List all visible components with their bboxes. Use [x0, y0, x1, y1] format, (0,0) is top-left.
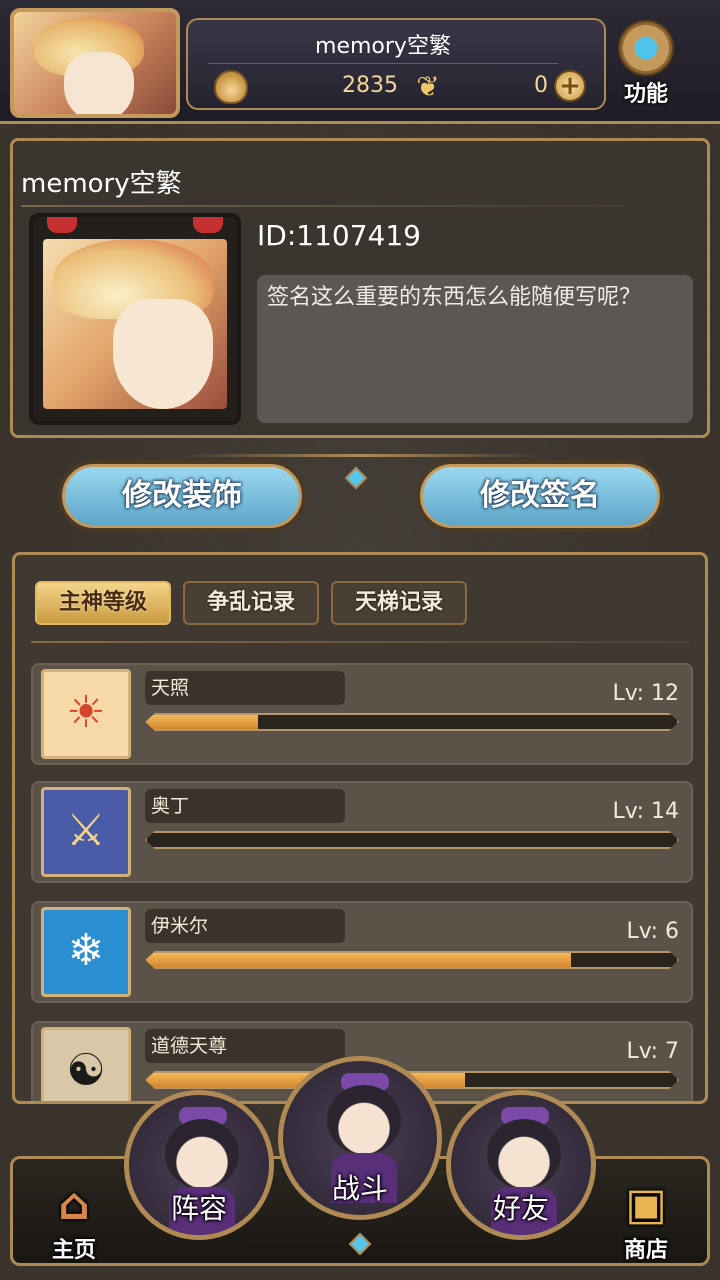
player-info-panel: memory空繁 2835 ❦ 0 + — [186, 18, 606, 110]
treasure-chest-icon: ▣ — [625, 1179, 667, 1230]
portrait-face — [113, 299, 213, 409]
nav-battle-label: 战斗 — [331, 1172, 388, 1205]
god-progress-bar — [145, 951, 679, 969]
profile-screen: memory空繁 2835 ❦ 0 + 功能 memory空繁 ID:11074… — [0, 0, 720, 1280]
god-row[interactable]: ⚔ 奥丁 Lv: 14 — [31, 781, 693, 883]
profile-divider — [21, 205, 701, 207]
god-level: Lv: 12 — [612, 681, 679, 706]
god-name: 道德天尊 — [145, 1029, 345, 1063]
tab-ladder-record[interactable]: 天梯记录 — [331, 581, 467, 625]
ranks-panel: 主神等级 争乱记录 天梯记录 ☀ 天照 Lv: 12 ⚔ 奥丁 Lv: 14 ❄ 伊米尔 Lv:… — [12, 552, 708, 1104]
flame-coin-icon — [214, 70, 248, 104]
butterfly-icon: ❦ — [416, 70, 440, 103]
gear-icon — [618, 20, 674, 76]
ornament-gem — [344, 466, 368, 490]
god-name: 天照 — [145, 671, 345, 705]
winged-sword-icon: ⚔ — [41, 787, 131, 877]
gold-amount: 2835 — [342, 73, 398, 98]
nav-team-label: 阵容 — [170, 1192, 227, 1225]
plus-icon[interactable]: + — [554, 70, 586, 102]
avatar-frame-ear-right — [193, 217, 223, 233]
nav-friends-label: 好友 — [492, 1192, 549, 1225]
tabs-divider — [31, 641, 691, 643]
avatar-face — [64, 52, 134, 114]
house-icon: ⌂ — [58, 1179, 90, 1230]
profile-name: memory空繁 — [21, 169, 182, 199]
god-progress-bar — [145, 713, 679, 731]
nav-shop[interactable]: ▣ 商店 — [606, 1180, 686, 1270]
function-label: 功能 — [623, 82, 668, 107]
tab-chaos-record[interactable]: 争乱记录 — [183, 581, 319, 625]
function-button[interactable]: 功能 — [612, 20, 680, 108]
god-row[interactable]: ☀ 天照 Lv: 12 — [31, 663, 693, 765]
edit-decoration-button[interactable]: 修改装饰 — [62, 464, 302, 528]
avatar-portrait — [43, 239, 227, 409]
player-name: memory空繁 — [208, 30, 558, 64]
player-id: ID:1107419 — [257, 219, 421, 252]
god-name: 伊米尔 — [145, 909, 345, 943]
gem-amount: 0 — [534, 73, 548, 98]
god-progress-fill — [147, 953, 571, 967]
currency-row: 2835 ❦ 0 + — [198, 70, 598, 106]
profile-panel: memory空繁 ID:1107419 签名这么重要的东西怎么能随便写呢？ — [10, 138, 710, 438]
chibi-head-icon — [487, 1119, 561, 1189]
nav-team[interactable]: 阵容 — [124, 1090, 274, 1240]
profile-avatar[interactable] — [29, 213, 241, 425]
yin-yang-icon: ☯ — [41, 1027, 131, 1101]
player-avatar[interactable] — [10, 8, 180, 118]
ornament-line — [180, 454, 540, 457]
signature-text: 签名这么重要的东西怎么能随便写呢？ — [257, 275, 693, 423]
god-level: Lv: 7 — [626, 1039, 679, 1064]
sun-icon: ☀ — [41, 669, 131, 759]
avatar-frame-ear-left — [47, 217, 77, 233]
nav-friends[interactable]: 好友 — [446, 1090, 596, 1240]
god-progress-bar — [145, 831, 679, 849]
god-level: Lv: 6 — [626, 919, 679, 944]
tab-god-level[interactable]: 主神等级 — [35, 581, 171, 625]
nav-home-label: 主页 — [51, 1238, 96, 1263]
top-bar: memory空繁 2835 ❦ 0 + 功能 — [0, 0, 720, 124]
chibi-head-icon — [327, 1085, 401, 1155]
god-progress-fill — [147, 715, 258, 729]
nav-battle[interactable]: 战斗 — [278, 1056, 442, 1220]
frost-beast-icon: ❄ — [41, 907, 131, 997]
edit-signature-button[interactable]: 修改签名 — [420, 464, 660, 528]
god-row[interactable]: ❄ 伊米尔 Lv: 6 — [31, 901, 693, 1003]
god-name: 奥丁 — [145, 789, 345, 823]
god-level: Lv: 14 — [612, 799, 679, 824]
chibi-head-icon — [165, 1119, 239, 1189]
bottom-nav: ⌂ 主页 阵容 战斗 好友 ▣ 商店 — [0, 1056, 720, 1280]
record-tabs: 主神等级 争乱记录 天梯记录 — [35, 581, 675, 627]
nav-home[interactable]: ⌂ 主页 — [34, 1180, 114, 1270]
nav-shop-label: 商店 — [623, 1238, 668, 1263]
